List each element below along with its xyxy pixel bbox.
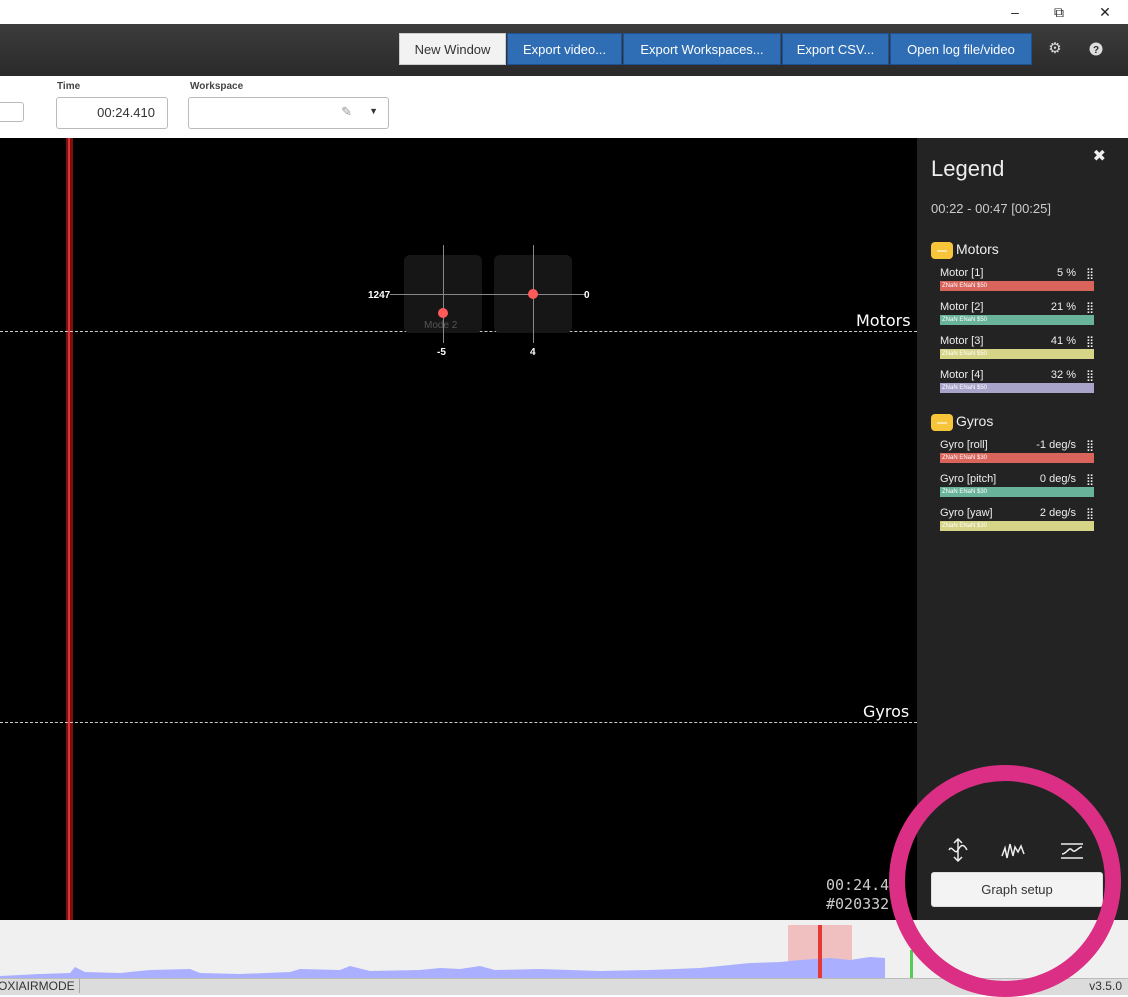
minimize-icon[interactable]: – <box>1000 2 1030 22</box>
legend-title: Legend <box>931 156 1005 181</box>
playback-cursor[interactable] <box>66 138 73 920</box>
question-icon[interactable]: ? <box>1086 38 1106 60</box>
pencil-icon[interactable]: ✎ <box>341 104 352 120</box>
item-value: 5 % <box>1057 267 1076 279</box>
item-bar: ZNaN ENaN $50 <box>940 349 1094 359</box>
right-stick-value: 0 <box>584 290 590 301</box>
graph-overlay-info: 00:24.4 #020332 <box>826 876 889 914</box>
item-bar: ZNaN ENaN $30 <box>940 453 1094 463</box>
analyser-icon[interactable]: ⣿ <box>1086 439 1094 452</box>
new-window-button[interactable]: New Window <box>399 33 506 65</box>
open-log-button[interactable]: Open log file/video <box>890 33 1032 65</box>
status-bar: OXIAIRMODE v3.5.0 <box>0 978 1128 995</box>
seek-histogram <box>0 925 913 978</box>
workspace-label: Workspace <box>190 81 244 92</box>
legend-group-gyros[interactable]: Gyros <box>931 413 993 431</box>
gyros-axis-line <box>0 722 917 723</box>
seek-bar[interactable] <box>0 920 1128 978</box>
status-mode: OXIAIRMODE <box>0 979 80 993</box>
export-workspaces-button[interactable]: Export Workspaces... <box>623 33 781 65</box>
analyser-icon[interactable]: ⣿ <box>1086 335 1094 348</box>
gyros-graph-label: Gyros <box>863 702 910 721</box>
toggle-icon[interactable] <box>931 413 953 431</box>
legend-range: 00:22 - 00:47 [00:25] <box>931 201 1051 216</box>
item-value: 2 deg/s <box>1039 507 1076 519</box>
item-value: 32 % <box>1050 369 1076 381</box>
left-stick-value: 1247 <box>368 290 391 301</box>
left-stick-position <box>438 308 448 318</box>
item-name: Gyro [yaw] <box>940 507 993 519</box>
legend-panel: ✖ Legend 00:22 - 00:47 [00:25] Motors Mo… <box>917 138 1128 920</box>
right-stick-position <box>528 289 538 299</box>
right-stick-bottom-value: 4 <box>530 347 536 358</box>
analyser-icon[interactable]: ⣿ <box>1086 369 1094 382</box>
item-value: -1 deg/s <box>1036 439 1076 451</box>
partial-input[interactable] <box>0 102 24 122</box>
analyser-icon[interactable]: ⣿ <box>1086 473 1094 486</box>
item-bar: ZNaN ENaN $50 <box>940 383 1094 393</box>
restore-icon[interactable]: ⧉ <box>1044 2 1074 22</box>
item-value: 41 % <box>1050 335 1076 347</box>
export-csv-button[interactable]: Export CSV... <box>782 33 889 65</box>
item-value: 21 % <box>1050 301 1076 313</box>
motors-graph-label: Motors <box>856 311 911 330</box>
window-titlebar: – ⧉ ✕ <box>0 0 1128 24</box>
stick-mode-label: Mode 2 <box>424 320 458 331</box>
left-stick-widget: Mode 2 <box>390 245 496 343</box>
right-stick-widget <box>480 245 586 343</box>
controls-row: Time 00:24.410 Workspace ✎ ▼ <box>0 76 1128 138</box>
time-label: Time <box>57 81 81 92</box>
chevron-down-icon[interactable]: ▼ <box>369 106 378 116</box>
analyser-icon[interactable]: ⣿ <box>1086 507 1094 520</box>
item-bar: ZNaN ENaN $50 <box>940 281 1094 291</box>
left-stick-bottom-value: -5 <box>437 347 446 358</box>
item-name: Gyro [pitch] <box>940 473 997 485</box>
analyser-icon[interactable]: ⣿ <box>1086 301 1094 314</box>
item-bar: ZNaN ENaN $30 <box>940 487 1094 497</box>
item-bar: ZNaN ENaN $50 <box>940 315 1094 325</box>
item-name: Motor [1] <box>940 267 984 279</box>
item-name: Motor [3] <box>940 335 984 347</box>
zoom-icon[interactable] <box>947 837 969 868</box>
analyser-icon[interactable]: ⣿ <box>1086 267 1094 280</box>
close-icon[interactable]: ✖ <box>1093 146 1106 166</box>
item-name: Gyro [roll] <box>940 439 988 451</box>
item-name: Motor [2] <box>940 301 984 313</box>
status-version: v3.5.0 <box>1089 979 1122 993</box>
toggle-icon[interactable] <box>931 241 953 259</box>
expo-icon[interactable] <box>1059 838 1085 868</box>
overlay-frame: #020332 <box>826 895 890 913</box>
item-bar: ZNaN ENaN $30 <box>940 521 1094 531</box>
time-input[interactable]: 00:24.410 <box>56 97 168 129</box>
graph-setup-button[interactable]: Graph setup <box>931 872 1103 907</box>
legend-group-motors[interactable]: Motors <box>931 241 999 259</box>
main-toolbar: New Window Export video... Export Worksp… <box>0 24 1128 76</box>
smoothing-icon[interactable] <box>1001 838 1025 868</box>
overlay-time: 00:24.4 <box>826 876 890 894</box>
item-value: 0 deg/s <box>1039 473 1076 485</box>
export-video-button[interactable]: Export video... <box>507 33 622 65</box>
workspace-select[interactable]: ✎ ▼ <box>188 97 389 129</box>
gear-icon[interactable]: ⚙ <box>1045 38 1065 60</box>
item-name: Motor [4] <box>940 369 984 381</box>
group-name: Gyros <box>956 413 994 429</box>
graph-canvas[interactable]: Motors Gyros Mode 2 1247 -5 0 4 <box>0 138 917 920</box>
group-name: Motors <box>956 241 999 257</box>
close-window-icon[interactable]: ✕ <box>1090 2 1120 22</box>
svg-text:?: ? <box>1093 45 1099 56</box>
